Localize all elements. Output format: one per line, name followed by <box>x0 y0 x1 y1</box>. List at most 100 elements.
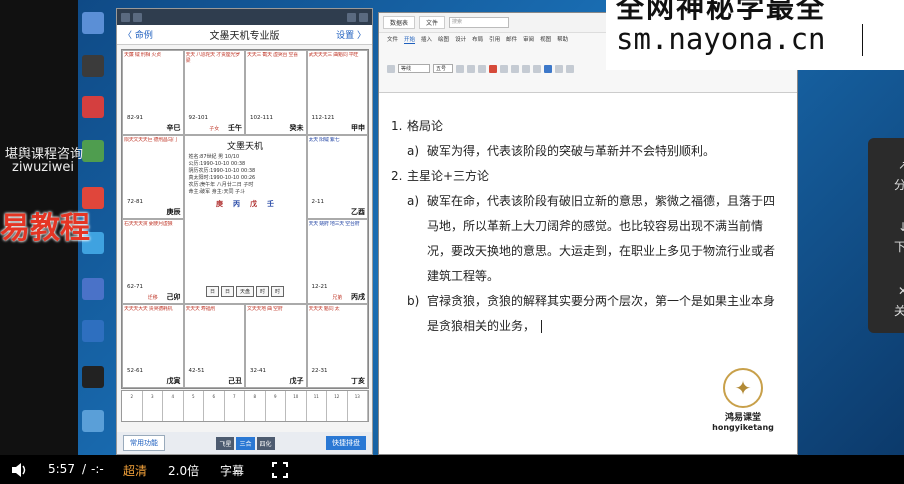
word-menu-tab[interactable]: 审阅 <box>523 35 534 43</box>
palace-cell[interactable]: 天天 姚府 地三天 空台府 12-21 兄弟 丙戌 <box>306 219 368 304</box>
palace-stars: 天天天 寿福刑 <box>185 305 216 312</box>
age-cell[interactable]: 11 <box>307 391 327 421</box>
consult-id: ziwuziwei <box>12 160 74 175</box>
palace-cell[interactable]: 天天天大天 贵哭德耗机 52-61 戊寅 <box>122 303 184 388</box>
total-time: -:- <box>91 462 104 476</box>
desktop-icon-app2[interactable] <box>82 96 104 118</box>
align-left-icon[interactable] <box>522 64 530 73</box>
bold-icon[interactable] <box>456 64 464 73</box>
word-menu-tab[interactable]: 文件 <box>387 35 398 43</box>
word-search-input[interactable]: 搜索 <box>449 17 510 28</box>
palace-cell[interactable]: 文天天地 曲 空府 32-41 戊子 <box>245 303 307 388</box>
center-toggle-button[interactable]: 时 <box>271 285 285 297</box>
center-toggle-button[interactable]: 天盘 <box>235 285 254 297</box>
subtitle-button[interactable]: 字幕 <box>220 462 244 479</box>
side-download-label[interactable]: 下 <box>894 238 904 255</box>
volume-icon[interactable] <box>10 462 28 478</box>
side-panel: ↗ 分 ↓ 下 ✕ 关 <box>868 138 904 333</box>
word-menu-tab[interactable]: 邮件 <box>506 35 517 43</box>
palace-cell[interactable]: 武天天天三 曲魁同 平旺 112-121 甲申 <box>306 50 368 135</box>
word-menu-tab[interactable]: 引用 <box>489 35 500 43</box>
font-family-select[interactable]: 等线 <box>398 64 430 73</box>
desktop-icon-app8[interactable] <box>82 410 104 432</box>
age-cell[interactable]: 12 <box>327 391 348 421</box>
side-share-label[interactable]: 分 <box>894 176 904 193</box>
center-info-line: 农历:庚午年 八月廿二日 子时 <box>188 181 254 188</box>
age-cell[interactable]: 7 <box>225 391 245 421</box>
palace-cell[interactable]: 天天三 截天 虚哭台 空喜 102-111 癸未 <box>245 50 307 135</box>
age-cell[interactable]: 9 <box>266 391 286 421</box>
list-marker: a) <box>407 194 420 208</box>
word-menu-tab[interactable]: 帮助 <box>557 35 568 43</box>
palace-cell[interactable]: 太天 阳钺 紫七 2-11 乙酉 <box>306 134 368 219</box>
center-toggle-button[interactable]: 时 <box>256 285 270 297</box>
close-icon[interactable] <box>359 12 368 22</box>
desktop-icon-app1[interactable] <box>82 55 104 77</box>
palace-cell[interactable]: 天天天 魁同 太 22-31 丁亥 <box>306 303 368 388</box>
quality-button[interactable]: 超清 <box>123 462 147 479</box>
word-menu-tab[interactable]: 设计 <box>455 35 466 43</box>
speed-button[interactable]: 2.0倍 <box>168 462 199 479</box>
font-size-select[interactable]: 五号 <box>433 64 453 73</box>
center-info-line: 真太阳时:1990-10-10 00:26 <box>188 174 256 181</box>
palace-cell[interactable]: 陨天文天天巨 德刑昌马门 72-81 庚辰 <box>122 134 184 219</box>
desktop-icon-recycle[interactable] <box>82 12 104 34</box>
align-center-icon[interactable] <box>533 64 541 73</box>
doc-text: 破军在命，代表该阶段有破旧立新的意思，紫微之福德，且落于四马地，所以革新上大刀阔… <box>427 194 776 283</box>
word-menu-tab[interactable]: 开始 <box>404 35 416 44</box>
palace-cell[interactable]: 天廉 钺 刑相 火贞 82-91 辛巳 <box>122 50 184 135</box>
mode-tab[interactable]: 三合 <box>236 436 255 450</box>
dictate-icon[interactable] <box>566 64 574 73</box>
bullets-icon[interactable] <box>500 64 508 73</box>
age-cell[interactable]: 13 <box>348 391 368 421</box>
age-cell[interactable]: 8 <box>245 391 266 421</box>
word-tab-2[interactable]: 文件 <box>419 16 446 29</box>
palace-cell[interactable]: 右天天天贪 弼使月虚狼 62-71 迁移 己卯 <box>122 219 184 304</box>
numbering-icon[interactable] <box>511 64 519 73</box>
word-menu-tab[interactable]: 绘图 <box>438 35 449 43</box>
find-icon[interactable] <box>555 64 563 73</box>
age-cell[interactable]: 5 <box>184 391 204 421</box>
underline-icon[interactable] <box>478 64 486 73</box>
font-color-icon[interactable] <box>489 64 497 73</box>
settings-button[interactable]: 设置 〉 <box>336 28 366 41</box>
minimize-icon[interactable] <box>347 12 356 22</box>
word-menu-tab[interactable]: 视图 <box>540 35 551 43</box>
word-menu-tab[interactable]: 插入 <box>421 35 432 43</box>
center-toggle-button[interactable]: 日 <box>220 285 234 297</box>
download-icon[interactable]: ↓ <box>898 220 904 234</box>
age-cell[interactable]: 2 <box>122 391 143 421</box>
palace-ganzhi: 戊子 <box>289 377 304 385</box>
word-menu-tab[interactable]: 布局 <box>472 35 483 43</box>
mode-tab[interactable]: 飞星 <box>216 436 235 450</box>
quick-chart-button[interactable]: 快捷排盘 <box>325 436 366 450</box>
app-tab[interactable] <box>133 12 142 22</box>
desktop-icon-qq[interactable] <box>82 366 104 388</box>
palace-cell[interactable]: 天天天 寿福刑 42-51 己丑 <box>183 303 245 388</box>
center-toggle-button[interactable]: 日 <box>205 285 219 297</box>
styles-icon[interactable] <box>544 64 552 73</box>
pillar: 丙 <box>233 199 240 208</box>
fullscreen-icon[interactable] <box>272 462 288 478</box>
age-cell[interactable]: 4 <box>163 391 184 421</box>
desktop-icon-app7[interactable] <box>82 320 104 342</box>
share-icon[interactable]: ↗ <box>898 158 904 172</box>
back-button[interactable]: 〈 命例 <box>123 28 153 41</box>
palace-cell[interactable]: 天天 八恩陀天 才贵座光罗梁 92-101 子女 壬午 <box>183 50 245 135</box>
age-cell[interactable]: 10 <box>286 391 307 421</box>
age-cell[interactable]: 3 <box>143 391 163 421</box>
desktop-icon-app3[interactable] <box>82 140 104 162</box>
side-close-label[interactable]: 关 <box>894 302 904 319</box>
mode-tab[interactable]: 四化 <box>256 436 275 450</box>
close-panel-icon[interactable]: ✕ <box>898 284 904 298</box>
star-logo-icon: ✦ <box>723 368 763 408</box>
age-cell[interactable]: 6 <box>204 391 225 421</box>
italic-icon[interactable] <box>467 64 475 73</box>
palace-stars: 右天天天贪 弼使月虚狼 <box>124 221 173 227</box>
desktop-icon-app6[interactable] <box>82 278 104 300</box>
common-functions-button[interactable]: 常用功能 <box>123 435 165 451</box>
word-tab-1[interactable]: 数据表 <box>383 16 416 29</box>
center-title: 文墨天机 <box>226 141 263 152</box>
palace-ganzhi: 己丑 <box>228 377 242 385</box>
paste-icon[interactable] <box>387 64 395 73</box>
